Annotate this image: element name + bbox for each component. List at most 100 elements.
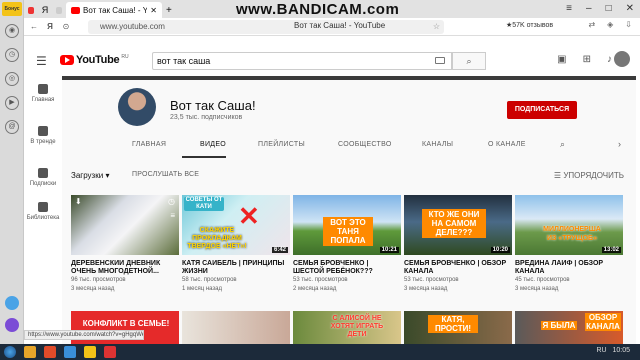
nav-label: Главная xyxy=(31,97,55,103)
video-thumbnail[interactable] xyxy=(182,311,290,344)
reviews-badge[interactable]: ★57K отзывов xyxy=(506,21,553,29)
notifications-icon[interactable]: ♪ xyxy=(607,54,612,65)
video-card[interactable]: МИЛЛИОНЕРША ИЗ «ТРУЩОБ» 13:02 ВРЕДИНА ЛА… xyxy=(515,195,623,294)
protect-icon[interactable]: ◈ xyxy=(607,20,613,29)
screen: Бонус ◉ ◷ ◎ ▶ @ Я Вот так Саша! - YouTub… xyxy=(0,0,640,360)
close-window-icon[interactable]: ✕ xyxy=(626,3,634,14)
tab-channels[interactable]: КАНАЛЫ xyxy=(422,141,453,148)
video-card[interactable]: СОВЕТЫ ОТ КАТИ ✕ СКАЖИТЕ ПРОКЛАДКАМ ТВЕР… xyxy=(182,195,290,294)
thumbnail-caption: МИЛЛИОНЕРША ИЗ «ТРУЩОБ» xyxy=(543,226,601,242)
thumbnail-caption: КТО ЖЕ ОНИ НА САМОМ ДЕЛЕ??? xyxy=(422,209,486,238)
sort-button[interactable]: ☰ УПОРЯДОЧИТЬ xyxy=(554,171,624,180)
clock-icon[interactable]: ◷ xyxy=(5,48,19,62)
menu-icon[interactable]: ≡ xyxy=(566,3,572,14)
bandicam-icon[interactable] xyxy=(104,346,116,358)
messenger-icon[interactable]: ◎ xyxy=(5,72,19,86)
video-thumbnail[interactable]: ⬇ ◷ ≡ xyxy=(71,195,179,255)
play-icon[interactable]: ▶ xyxy=(5,96,19,110)
telegram-icon[interactable] xyxy=(64,346,76,358)
download-icon[interactable]: ⇩ xyxy=(625,20,632,29)
youtube-logo[interactable]: YouTube RU xyxy=(60,54,129,66)
thumbnail-caption: С АЛИСОЙ НЕ ХОТЯТ ИГРАТЬ ДЕТИ xyxy=(330,315,384,338)
mail-icon[interactable]: @ xyxy=(5,120,19,134)
search-input[interactable]: вот так саша xyxy=(152,52,452,70)
video-title[interactable]: СЕМЬЯ БРОВЧЕНКО | ОБЗОР КАНАЛА xyxy=(404,260,512,276)
subscribe-button[interactable]: ПОДПИСАТЬСЯ xyxy=(507,101,577,119)
nav-item-trending[interactable]: В тренде xyxy=(24,126,62,145)
video-thumbnail[interactable]: МИЛЛИОНЕРША ИЗ «ТРУЩОБ» 13:02 xyxy=(515,195,623,255)
download-icon[interactable]: ⬇ xyxy=(75,197,82,206)
video-title[interactable]: ВРЕДИНА ЛАЙФ | ОБЗОР КАНАЛА xyxy=(515,260,623,276)
alice-assistant-icon[interactable] xyxy=(5,318,19,332)
video-duration: 6:42 xyxy=(271,247,288,253)
maximize-icon[interactable]: □ xyxy=(606,3,612,14)
tab-pinned-mail[interactable] xyxy=(24,2,38,18)
play-all-button[interactable]: ПРОСЛУШАТЬ ВСЕ xyxy=(132,171,199,178)
keyboard-icon[interactable] xyxy=(435,57,445,64)
tab-about[interactable]: О КАНАЛЕ xyxy=(488,141,526,148)
create-video-icon[interactable]: ▣ xyxy=(557,54,566,65)
watch-later-icon[interactable]: ◷ xyxy=(168,197,175,206)
tab-pinned-yandex[interactable]: Я xyxy=(38,2,52,18)
clock[interactable]: 10:05 xyxy=(612,347,630,354)
lock-icon: ⊙ xyxy=(62,22,70,31)
window-controls: ≡ – □ ✕ xyxy=(566,3,634,14)
video-duration: 10:20 xyxy=(490,247,510,253)
minimize-icon[interactable]: – xyxy=(586,3,592,14)
tab-playlists[interactable]: ПЛЕЙЛИСТЫ xyxy=(258,141,305,148)
avatar[interactable] xyxy=(614,51,630,67)
search-button[interactable]: ⌕ xyxy=(452,52,486,70)
add-to-queue-icon[interactable]: ≡ xyxy=(170,211,175,220)
video-age: 3 месяца назад xyxy=(71,286,115,292)
video-thumbnail[interactable]: ВОТ ЭТО ТАНЯ ПОПАЛА 10:21 xyxy=(293,195,401,255)
video-age: 3 месяца назад xyxy=(515,286,559,292)
channel-search-icon[interactable]: ⌕ xyxy=(560,139,565,150)
tab-pinned-label: Я xyxy=(41,5,49,15)
uploads-dropdown[interactable]: Загрузки ▾ xyxy=(71,171,109,180)
video-views: 58 тыс. просмотров xyxy=(182,277,237,283)
channel-avatar[interactable] xyxy=(118,88,156,126)
tab-home[interactable]: ГЛАВНАЯ xyxy=(132,141,166,148)
youtube-play-icon xyxy=(60,55,74,65)
yandex-browser-icon[interactable] xyxy=(84,346,96,358)
start-button[interactable] xyxy=(4,346,16,358)
video-views: 96 тыс. просмотров xyxy=(71,277,126,283)
yandex-home-icon[interactable]: Я xyxy=(44,22,56,31)
language-indicator[interactable]: RU xyxy=(597,347,607,354)
youtube-header: ☰ YouTube RU вот так саша ⌕ ▣ ⊞ ♪ xyxy=(24,44,640,76)
hamburger-menu-icon[interactable]: ☰ xyxy=(36,54,47,68)
bookmark-star-icon[interactable]: ☆ xyxy=(433,20,440,34)
alice-icon[interactable]: ◉ xyxy=(5,24,19,38)
thumbnail-caption: СКАЖИТЕ ПРОКЛАДКАМ ТВЕРДОЕ «НЕТ»! xyxy=(187,227,247,250)
tab-pinned-page[interactable] xyxy=(52,2,66,18)
sort-icon: ☰ xyxy=(553,171,562,180)
video-thumbnail[interactable]: С АЛИСОЙ НЕ ХОТЯТ ИГРАТЬ ДЕТИ xyxy=(293,311,401,344)
explorer-icon[interactable] xyxy=(24,346,36,358)
sidebar-logo[interactable]: Бонус xyxy=(2,2,22,16)
close-tab-icon[interactable]: ✕ xyxy=(150,6,157,15)
nav-item-home[interactable]: Главная xyxy=(24,84,62,103)
tab-videos[interactable]: ВИДЕО xyxy=(200,141,226,148)
video-title[interactable]: КАТЯ САЙБЕЛЬ | ПРИНЦИПЫ ЖИЗНИ xyxy=(182,260,290,276)
apps-icon[interactable]: ⊞ xyxy=(583,54,591,65)
next-tabs-icon[interactable]: › xyxy=(618,139,621,149)
video-title[interactable]: ДЕРЕВЕНСКИЙ ДНЕВНИК ОЧЕНЬ МНОГОДЕТНОЙ... xyxy=(71,260,179,276)
video-thumbnail[interactable]: СОВЕТЫ ОТ КАТИ ✕ СКАЖИТЕ ПРОКЛАДКАМ ТВЕР… xyxy=(182,195,290,255)
new-tab-button[interactable]: + xyxy=(162,2,176,18)
video-thumbnail[interactable]: КАТЯ, ПРОСТИ! xyxy=(404,311,512,344)
video-card[interactable]: ⬇ ◷ ≡ ДЕРЕВЕНСКИЙ ДНЕВНИК ОЧЕНЬ МНОГОДЕТ… xyxy=(71,195,179,294)
tab-youtube[interactable]: Вот так Саша! - YouTub ✕ xyxy=(66,2,162,18)
media-player-icon[interactable] xyxy=(44,346,56,358)
nav-item-subscriptions[interactable]: Подписки xyxy=(24,168,62,187)
video-thumbnail[interactable]: КТО ЖЕ ОНИ НА САМОМ ДЕЛЕ??? 10:20 xyxy=(404,195,512,255)
video-title[interactable]: СЕМЬЯ БРОВЧЕНКО | ШЕСТОЙ РЕБЁНОК??? xyxy=(293,260,401,276)
nav-item-library[interactable]: Библиотека xyxy=(24,202,62,221)
video-card[interactable]: ВОТ ЭТО ТАНЯ ПОПАЛА 10:21 СЕМЬЯ БРОВЧЕНК… xyxy=(293,195,401,294)
url-field[interactable]: www.youtube.com ☆ xyxy=(88,20,444,34)
back-icon[interactable]: ← xyxy=(28,22,40,31)
extension-icon[interactable] xyxy=(5,296,19,310)
tab-community[interactable]: СООБЩЕСТВО xyxy=(338,141,392,148)
video-card[interactable]: КТО ЖЕ ОНИ НА САМОМ ДЕЛЕ??? 10:20 СЕМЬЯ … xyxy=(404,195,512,294)
video-thumbnail[interactable]: Я БЫЛА ОБЗОР КАНАЛА xyxy=(515,311,623,344)
translate-icon[interactable]: ⇄ xyxy=(588,20,595,29)
